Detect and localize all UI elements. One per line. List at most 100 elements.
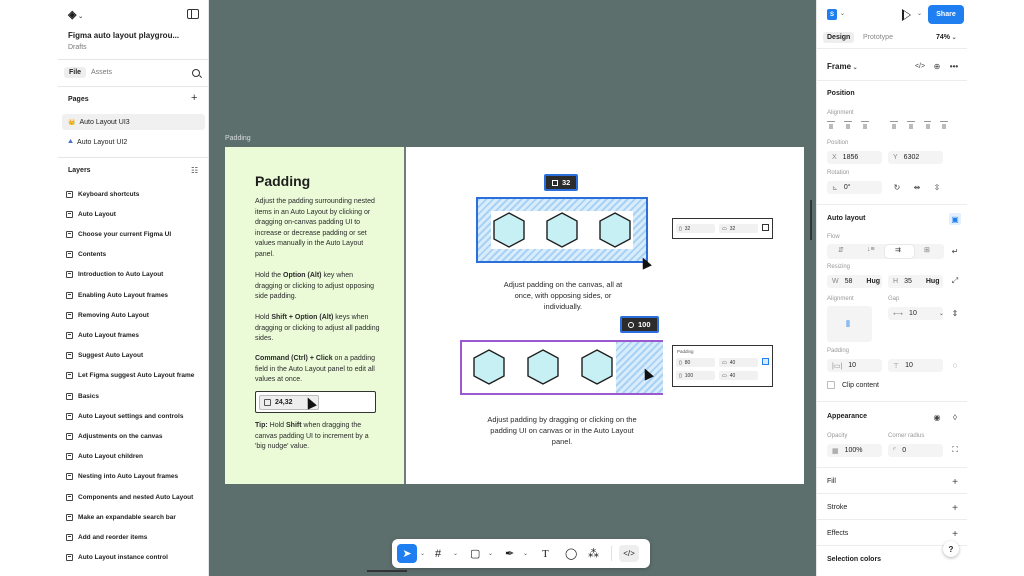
vertical-align-icons[interactable] — [890, 121, 948, 133]
mini-field: ▭ 32 — [719, 224, 758, 233]
layer-item[interactable]: Auto Layout children — [66, 451, 209, 463]
pen-tool-icon[interactable]: ✒ — [505, 546, 514, 561]
padding-pill: 32 — [544, 174, 579, 191]
visibility-eye-icon[interactable]: ◉ — [931, 411, 943, 423]
right-panel: S ⌄ ⌄ Share Design Prototype 74% ⌄ Frame… — [816, 0, 967, 576]
corners-icon[interactable]: ⛶ — [949, 444, 961, 456]
layer-item[interactable]: Make an expandable search bar — [66, 511, 209, 523]
chevron-down-icon[interactable]: ⌄ — [840, 10, 845, 17]
avatar[interactable]: S — [827, 9, 837, 20]
text-tool-icon[interactable]: T — [542, 546, 549, 561]
layer-label: Auto Layout children — [78, 453, 143, 461]
search-icon[interactable] — [192, 69, 200, 77]
layer-item[interactable]: Components and nested Auto Layout — [66, 491, 209, 503]
chevron-down-icon[interactable]: ⌄ — [488, 546, 493, 561]
file-title[interactable]: Figma auto layout playgrou... — [68, 31, 179, 40]
frame-label[interactable]: Padding — [225, 135, 251, 142]
padding-vertical-field[interactable]: ⊤ 10 — [888, 359, 943, 372]
canvas[interactable]: Padding Padding Adjust the padding surro… — [209, 0, 816, 576]
flip-horizontal-icon[interactable]: ⇹ — [911, 181, 923, 193]
add-stroke-icon[interactable]: + — [949, 502, 961, 514]
comment-tool-icon[interactable]: ◯ — [565, 546, 577, 561]
page-item[interactable]: ⛰ Auto Layout UI2 — [62, 134, 205, 150]
more-icon[interactable]: ••• — [948, 60, 960, 72]
corner-radius-field[interactable]: ⌜ 0 — [888, 444, 943, 457]
file-location[interactable]: Drafts — [68, 44, 87, 51]
mini-padding-panel: ▯ 32 ▭ 32 — [672, 218, 773, 239]
x-field[interactable]: X 1856 — [827, 151, 882, 164]
layer-item[interactable]: Removing Auto Layout — [66, 309, 209, 321]
layer-item[interactable]: Adjustments on the canvas — [66, 430, 209, 442]
list-view-icon[interactable]: ☷ — [191, 166, 198, 175]
tab-file[interactable]: File — [64, 67, 87, 78]
zoom-level[interactable]: 74% ⌄ — [936, 34, 957, 41]
blend-drop-icon[interactable]: ◊ — [949, 411, 961, 423]
add-page-icon[interactable]: + — [191, 92, 197, 104]
wrap-icon[interactable]: ↵ — [949, 245, 961, 257]
auto-layout-icon[interactable]: ▣ — [949, 213, 961, 225]
vertical-scroll-indicator[interactable] — [810, 200, 812, 240]
chevron-down-icon[interactable]: ⌄ — [453, 546, 458, 561]
layer-item[interactable]: Auto Layout — [66, 208, 209, 220]
actions-tool-icon[interactable]: ⁂ — [588, 546, 599, 561]
resize-icon[interactable]: ⤢ — [949, 275, 961, 287]
layer-item[interactable]: Let Figma suggest Auto Layout frame — [66, 370, 209, 382]
layer-item[interactable]: Contents — [66, 249, 209, 261]
distribute-icon[interactable]: ⇕ — [949, 307, 961, 319]
present-play-icon[interactable] — [902, 9, 911, 21]
tab-assets[interactable]: Assets — [91, 69, 112, 76]
layer-item[interactable]: Auto Layout frames — [66, 329, 209, 341]
gap-field[interactable]: ⟷ 10 ⌄ — [888, 307, 944, 320]
layer-item[interactable]: Keyboard shortcuts — [66, 188, 209, 200]
info-paragraph: Adjust the padding surrounding nested it… — [255, 198, 375, 258]
clip-content-checkbox[interactable] — [827, 381, 835, 389]
flow-down-icon[interactable]: ↓≡ — [867, 246, 875, 253]
chevron-down-icon[interactable]: ⌄ — [523, 546, 528, 561]
y-field[interactable]: Y 6302 — [888, 151, 943, 164]
alignment-grid[interactable]: ⦀ — [827, 306, 872, 342]
flow-options[interactable]: ⇵ ↓≡ ⇉ ⊞ — [827, 244, 944, 259]
layer-item[interactable]: Auto Layout instance control — [66, 552, 209, 564]
flow-vertical-icon[interactable]: ⇵ — [838, 246, 844, 254]
rotate-icon[interactable]: ↻ — [891, 181, 903, 193]
layer-item[interactable]: Nesting into Auto Layout frames — [66, 471, 209, 483]
padding-frame[interactable]: Padding Adjust the padding surrounding n… — [225, 147, 804, 484]
tab-design[interactable]: Design — [823, 32, 855, 43]
layer-item[interactable]: Add and reorder items — [66, 531, 209, 543]
flow-grid-icon[interactable]: ⊞ — [924, 246, 930, 254]
figma-menu-icon[interactable]: ◈ ⌄ — [68, 8, 84, 22]
frame-type-label[interactable]: Frame ⌄ — [827, 62, 858, 71]
layer-item[interactable]: Choose your current Figma UI — [66, 228, 209, 240]
individual-padding-icon[interactable]: ◌ — [949, 359, 961, 371]
horizontal-align-icons[interactable] — [827, 121, 885, 133]
height-field[interactable]: H 35 Hug — [888, 275, 943, 288]
help-button[interactable]: ? — [943, 541, 959, 557]
dev-mode-icon[interactable]: </> — [619, 545, 639, 562]
page-item[interactable]: 👑 Auto Layout UI3 — [62, 114, 205, 130]
add-fill-icon[interactable]: + — [949, 476, 961, 488]
chevron-down-icon[interactable]: ⌄ — [420, 546, 425, 561]
shape-tool-icon[interactable]: ▢ — [470, 546, 480, 561]
flip-vertical-icon[interactable]: ⇳ — [931, 181, 943, 193]
add-effect-icon[interactable]: + — [949, 528, 961, 540]
width-field[interactable]: W 58 Hug — [827, 275, 882, 288]
horizontal-scroll-indicator[interactable] — [367, 570, 407, 572]
chevron-down-icon[interactable]: ⌄ — [917, 10, 922, 17]
layer-item[interactable]: Introduction to Auto Layout — [66, 269, 209, 281]
opacity-field[interactable]: ▦ 100% — [827, 444, 882, 457]
sidebar-toggle-icon[interactable] — [187, 9, 199, 19]
component-icon[interactable]: ⊕ — [931, 60, 943, 72]
move-tool-icon[interactable]: ➤ — [397, 544, 417, 563]
tab-prototype[interactable]: Prototype — [863, 34, 893, 41]
layer-item[interactable]: Suggest Auto Layout — [66, 350, 209, 362]
code-icon[interactable]: </> — [914, 60, 926, 72]
frame-tool-icon[interactable]: # — [435, 546, 441, 561]
frame-icon — [66, 190, 73, 198]
rotation-field[interactable]: ⊾ 0° — [827, 181, 882, 194]
padding-horizontal-field[interactable]: |▭| 10 — [827, 359, 882, 372]
layer-item[interactable]: Auto Layout settings and controls — [66, 410, 209, 422]
layer-item[interactable]: Basics — [66, 390, 209, 402]
layer-item[interactable]: Enabling Auto Layout frames — [66, 289, 209, 301]
share-button[interactable]: Share — [928, 5, 964, 24]
flow-horizontal-icon[interactable]: ⇉ — [895, 246, 901, 254]
